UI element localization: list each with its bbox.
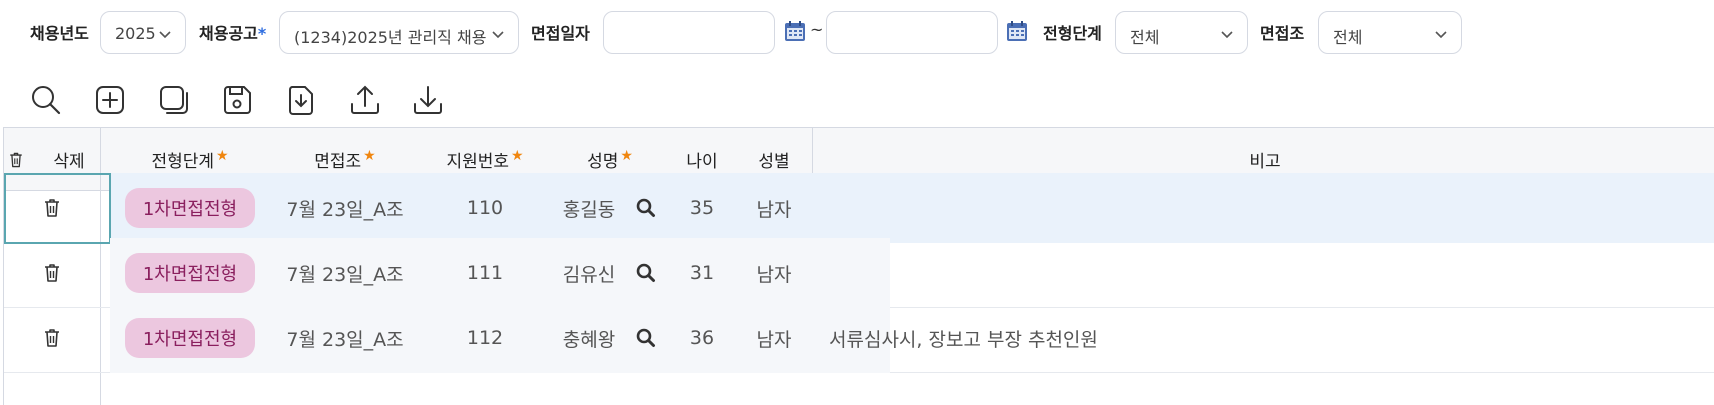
- search-icon[interactable]: [635, 327, 657, 349]
- required-star: ★: [511, 147, 524, 164]
- add-icon: [96, 86, 124, 114]
- interview-date-label: 면접일자: [531, 24, 590, 43]
- cell-stage[interactable]: 1차면접전형: [110, 238, 270, 308]
- cell-applicant-no[interactable]: 111: [420, 238, 550, 308]
- cell-focus-outline: [4, 173, 111, 244]
- year-select-value: 2025: [115, 24, 156, 43]
- stage-label: 전형단계: [1043, 24, 1102, 43]
- cell-stage[interactable]: 1차면접전형: [110, 303, 270, 373]
- stage-badge: 1차면접전형: [124, 318, 256, 358]
- download-icon: [414, 86, 442, 114]
- copy-icon: [160, 86, 188, 114]
- group-label: 면접조: [1260, 24, 1305, 43]
- add-button[interactable]: [88, 78, 132, 122]
- stage-badge: 1차면접전형: [124, 253, 256, 293]
- save-icon: [224, 86, 251, 114]
- stage-select-value: 전체: [1130, 28, 1160, 47]
- interview-date-to-input[interactable]: [826, 11, 998, 54]
- cell-group[interactable]: 7월 23일_A조: [270, 303, 420, 373]
- group-select-value: 전체: [1333, 28, 1363, 47]
- chevron-down-icon: [492, 31, 504, 39]
- date-range-separator: ~: [810, 20, 824, 39]
- upload-icon: [351, 85, 379, 114]
- trash-icon: [10, 152, 22, 167]
- table-row[interactable]: 1차면접전형 7월 23일_A조 111 김유신 31 남자: [4, 238, 1714, 308]
- stage-badge: 1차면접전형: [124, 188, 256, 228]
- import-button[interactable]: [279, 78, 323, 122]
- row-delete-button[interactable]: [4, 238, 100, 308]
- chevron-down-icon: [1435, 31, 1447, 39]
- group-select[interactable]: 전체: [1318, 11, 1462, 54]
- trash-icon: [45, 329, 59, 347]
- upload-button[interactable]: [343, 78, 387, 122]
- posting-select[interactable]: (1234)2025년 관리직 채용: [279, 11, 519, 54]
- cell-gender[interactable]: 남자: [734, 303, 814, 373]
- cell-remarks[interactable]: 서류심사시, 장보고 부장 추천인원: [829, 303, 1709, 373]
- cell-applicant-no[interactable]: 112: [420, 303, 550, 373]
- posting-label: 채용공고*: [199, 24, 267, 43]
- required-star: ★: [620, 147, 633, 164]
- stage-select[interactable]: 전체: [1115, 11, 1248, 54]
- applicant-grid: 삭제 전형단계 ★ 면접조 ★ 지원번호 ★ 성명 ★ 나이 성별 비고 1차면접전형 …: [3, 127, 1714, 405]
- year-select[interactable]: 2025: [100, 11, 186, 54]
- search-button[interactable]: [24, 78, 68, 122]
- row-delete-button[interactable]: [4, 303, 100, 373]
- cell-remarks[interactable]: [829, 173, 1709, 243]
- cell-age[interactable]: 31: [670, 238, 734, 308]
- cell-name[interactable]: 충혜왕: [550, 303, 670, 373]
- chevron-down-icon: [1221, 31, 1233, 39]
- table-row[interactable]: 1차면접전형 7월 23일_A조 112 충혜왕 36 남자 서류심사시, 장보…: [4, 303, 1714, 373]
- chevron-down-icon: [159, 31, 171, 39]
- trash-icon: [45, 264, 59, 282]
- interview-date-from-input[interactable]: [603, 11, 775, 54]
- cell-gender[interactable]: 남자: [734, 173, 814, 243]
- search-icon[interactable]: [635, 262, 657, 284]
- import-icon: [289, 86, 313, 115]
- cell-age[interactable]: 35: [670, 173, 734, 243]
- cell-group[interactable]: 7월 23일_A조: [270, 238, 420, 308]
- cell-remarks[interactable]: [829, 238, 1709, 308]
- cell-name[interactable]: 김유신: [550, 238, 670, 308]
- save-button[interactable]: [215, 78, 259, 122]
- cell-group[interactable]: 7월 23일_A조: [270, 173, 420, 243]
- year-label: 채용년도: [30, 24, 89, 43]
- required-mark: *: [257, 24, 267, 43]
- download-button[interactable]: [406, 78, 450, 122]
- calendar-icon[interactable]: [1005, 19, 1029, 43]
- filter-bar: 채용년도 2025 채용공고* (1234)2025년 관리직 채용 면접일자 …: [0, 0, 1714, 66]
- posting-select-value: (1234)2025년 관리직 채용: [294, 28, 487, 47]
- cell-stage[interactable]: 1차면접전형: [110, 173, 270, 243]
- cell-applicant-no[interactable]: 110: [420, 173, 550, 243]
- search-icon[interactable]: [635, 197, 657, 219]
- copy-button[interactable]: [152, 78, 196, 122]
- cell-name[interactable]: 홍길동: [550, 173, 670, 243]
- required-star: ★: [363, 147, 376, 164]
- table-row[interactable]: 1차면접전형 7월 23일_A조 110 홍길동 35 남자: [4, 173, 1714, 244]
- required-star: ★: [216, 147, 229, 164]
- search-icon: [32, 86, 61, 115]
- cell-gender[interactable]: 남자: [734, 238, 814, 308]
- cell-age[interactable]: 36: [670, 303, 734, 373]
- calendar-icon[interactable]: [783, 19, 807, 43]
